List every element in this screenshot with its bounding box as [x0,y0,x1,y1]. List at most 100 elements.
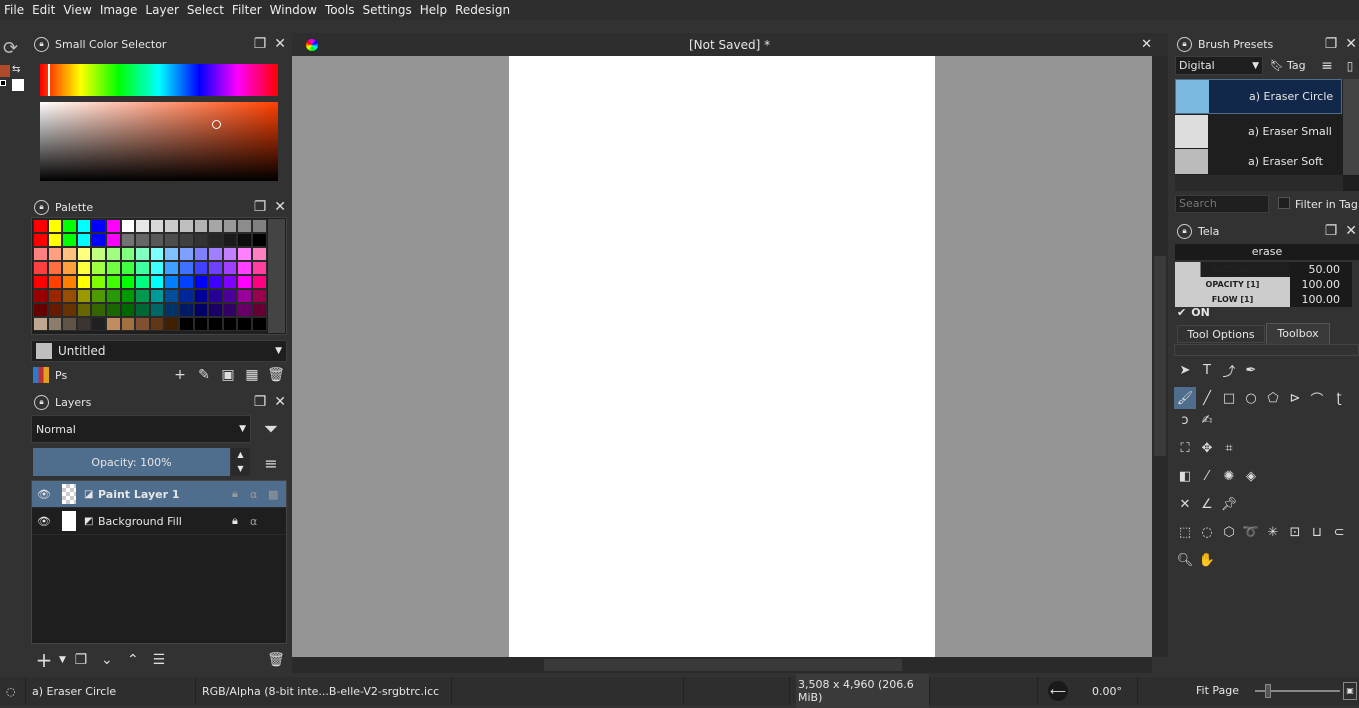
duplicate-layer-icon[interactable]: ❐ [70,649,92,671]
document-tab[interactable]: [Not Saved] * ✕ [292,33,1168,56]
edit-shapes-icon[interactable]: ⤴ [1218,359,1240,381]
palette-swatch[interactable] [62,317,77,331]
slider-value[interactable]: 100.00 [1290,277,1352,292]
zoom-tool-icon[interactable]: 🔍︎ [1174,549,1196,571]
palette-swatch[interactable] [105,233,121,247]
palette-swatch[interactable] [208,261,223,275]
slider-value[interactable]: 50.00 [1290,262,1352,277]
pan-tool-icon[interactable]: ✋ [1196,549,1218,571]
palette-swatch[interactable] [149,233,165,247]
similar-select-icon[interactable]: ⊡ [1284,521,1306,543]
palette-swatch[interactable] [91,275,106,289]
brush-tool-icon[interactable]: 🖌︎ [1174,387,1196,409]
save-icon[interactable]: ▣ [217,364,239,386]
palette-swatch[interactable] [251,261,267,275]
inherit-alpha-icon[interactable]: ▩ [268,488,286,501]
palette-swatch[interactable] [135,317,150,331]
opacity-slider[interactable]: Opacity: 100% [33,448,230,476]
palette-swatch[interactable] [178,289,194,303]
palette-swatch[interactable] [237,219,252,233]
palette-swatch[interactable] [76,247,92,261]
transform-tool-icon[interactable]: ⛶ [1174,437,1196,459]
tag-button[interactable]: 🔖︎ Tag [1266,56,1314,75]
palette-swatch[interactable] [222,219,238,233]
brush-preset-item[interactable]: a) Eraser Circle [1175,79,1342,114]
palette-swatch[interactable] [120,275,136,289]
palette-swatch[interactable] [135,303,150,317]
zoom-slider-handle[interactable] [1265,684,1271,698]
bezier-tool-icon[interactable]: ⌒ [1306,387,1328,409]
size-slider[interactable]: SIZE [40] 50.00 [1175,262,1352,277]
lock-icon[interactable]: 🔒︎ [34,36,49,52]
palette-swatch[interactable] [47,303,63,317]
palette-swatch[interactable] [208,247,223,261]
ellipse-select-icon[interactable]: ◌ [1196,521,1218,543]
hue-slider[interactable] [40,64,278,96]
palette-swatch[interactable] [135,219,150,233]
crop-tool-icon[interactable]: ⌗ [1218,437,1240,459]
gradient-tool-icon[interactable]: ◧ [1174,465,1196,487]
palette-swatch[interactable] [105,317,121,331]
delete-icon[interactable]: 🗑︎ [265,364,287,386]
palette-swatch[interactable] [47,261,63,275]
palette-swatch[interactable] [120,233,136,247]
float-icon[interactable]: ❐ [1325,36,1338,52]
color-picker-icon[interactable]: ⁄ [1196,465,1218,487]
saturation-value-picker[interactable] [40,102,278,181]
lock-icon[interactable]: 🔒︎ [34,394,49,410]
palette-swatch[interactable] [47,317,63,331]
palette-swatch[interactable] [164,317,179,331]
properties-icon[interactable]: ☰ [148,649,170,671]
brush-status-icon[interactable]: ◌ [0,677,26,705]
float-icon[interactable]: ❐ [1325,223,1338,239]
palette-swatch[interactable] [76,219,92,233]
palette-swatch[interactable] [33,233,48,247]
flow-slider[interactable]: FLOW [1] 100.00 [1175,292,1352,307]
alpha-lock-icon[interactable]: α [250,515,268,528]
reference-tool-icon[interactable]: 📌︎ [1218,493,1240,515]
palette-swatch[interactable] [178,219,194,233]
foreground-color-swatch[interactable] [0,65,10,77]
dynamic-brush-icon[interactable]: ↄ [1174,409,1196,431]
contiguous-select-icon[interactable]: ✳ [1262,521,1284,543]
layer-row[interactable]: 👁︎ ◪ Paint Layer 1 🔒︎ α ▩ [32,481,286,508]
palette-swatch[interactable] [135,233,150,247]
fill-tool-icon[interactable]: ◈ [1240,465,1262,487]
palette-swatch[interactable] [237,275,252,289]
palette-swatch[interactable] [164,289,179,303]
rotation-dial-icon[interactable]: ⟵ [1048,681,1068,701]
zoom-level[interactable]: Fit Page [1196,684,1239,697]
palette-swatch[interactable] [76,289,92,303]
palette-swatch[interactable] [105,261,121,275]
brush-list-hscroll[interactable] [1175,175,1343,191]
palette-swatch[interactable] [222,317,238,331]
palette-swatch[interactable] [208,275,223,289]
lock-icon[interactable]: 🔒︎ [34,199,49,215]
palette-swatch[interactable] [135,289,150,303]
layer-row[interactable]: 👁︎ ◩ Background Fill 🔒︎ α [32,508,286,535]
multibrush-icon[interactable]: ✍ [1196,409,1218,431]
close-icon[interactable]: ✕ [274,36,286,52]
palette-swatch[interactable] [222,247,238,261]
palette-swatch[interactable] [193,219,209,233]
menu-icon[interactable]: ≡ [260,452,282,474]
palette-swatch[interactable] [164,233,179,247]
palette-swatch[interactable] [91,233,106,247]
palette-swatch[interactable] [120,261,136,275]
palette-swatch[interactable] [62,219,77,233]
menu-view[interactable]: View [59,3,95,17]
close-icon[interactable]: ✕ [274,394,286,410]
float-icon[interactable]: ❐ [254,394,267,410]
menu-redesign[interactable]: Redesign [451,3,514,17]
palette-swatch[interactable] [193,303,209,317]
palette-swatch[interactable] [47,233,63,247]
palette-swatch[interactable] [208,303,223,317]
freehand-path-icon[interactable]: ʈ [1328,387,1350,409]
palette-swatch[interactable] [222,233,238,247]
palette-swatch[interactable] [91,289,106,303]
freehand-select-icon[interactable]: ➰ [1240,521,1262,543]
menu-settings[interactable]: Settings [359,3,416,17]
palette-swatch[interactable] [178,247,194,261]
palette-swatch[interactable] [208,233,223,247]
palette-swatch[interactable] [120,303,136,317]
